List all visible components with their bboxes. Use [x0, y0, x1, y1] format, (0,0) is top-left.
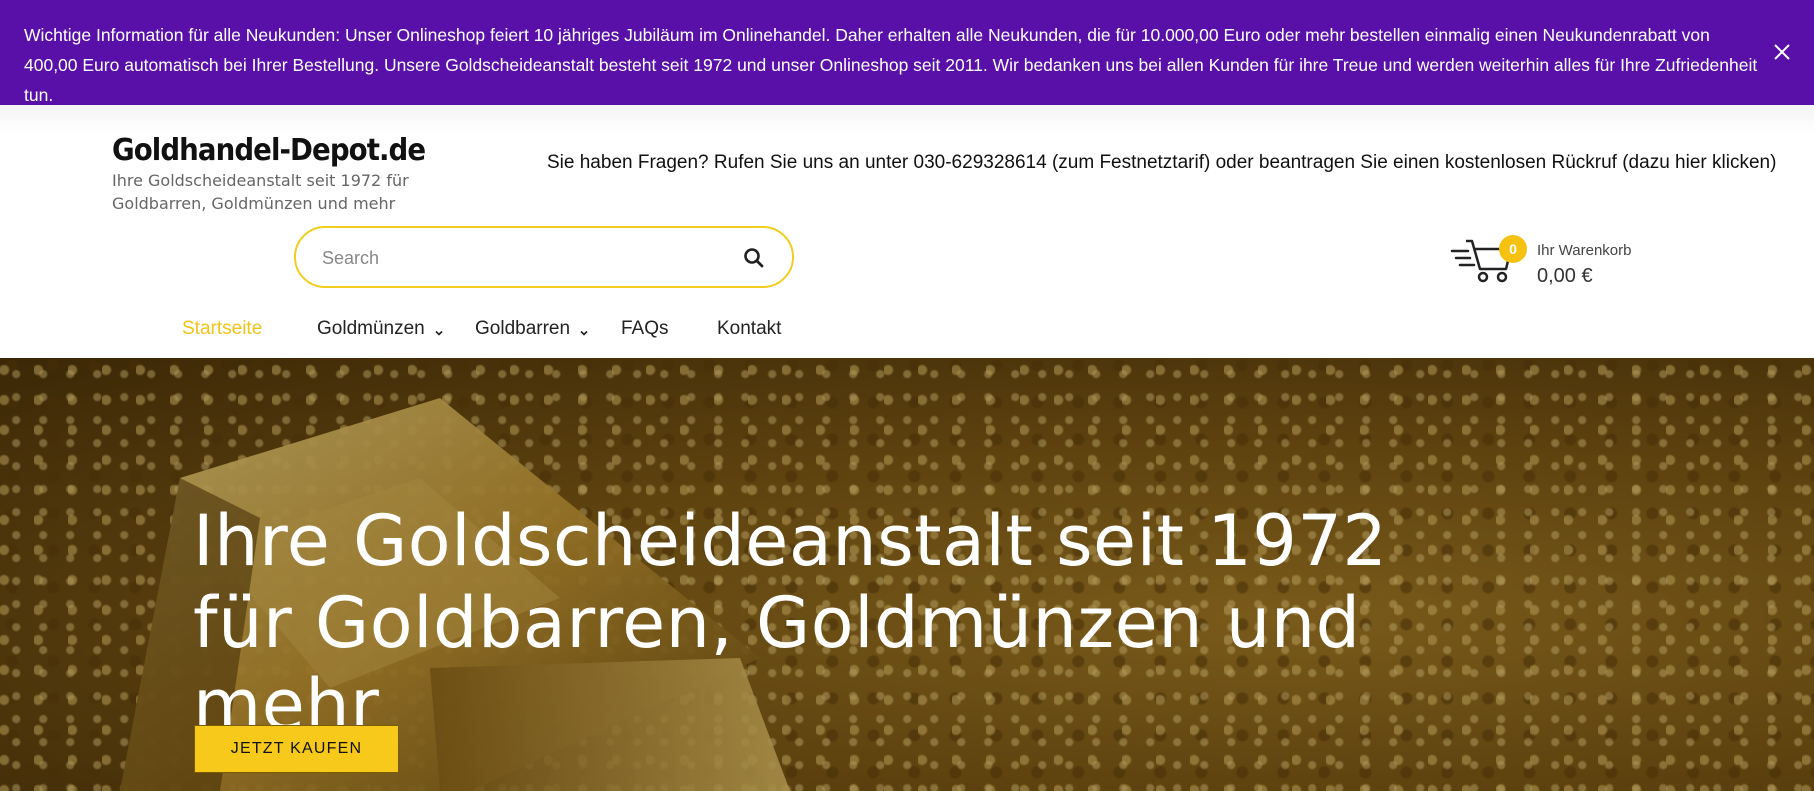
notice-bar: Wichtige Information für alle Neukunden:… [0, 0, 1814, 105]
nav-item-label: Kontakt [717, 318, 782, 339]
nav-item-label: Goldbarren [475, 318, 571, 339]
nav-item-kontakt[interactable]: Kontakt [717, 318, 781, 340]
contact-callback-link[interactable]: Sie haben Fragen? Rufen Sie uns an unter… [547, 152, 1776, 174]
nav-item-goldbarren[interactable]: Goldbarren [475, 318, 590, 340]
nav-item-label: FAQs [621, 318, 669, 339]
chevron-down-icon [433, 323, 445, 336]
cart-widget[interactable]: 0 Ihr Warenkorb 0,00 € [1450, 227, 1650, 287]
search-icon[interactable] [742, 246, 766, 270]
logo[interactable]: Goldhandel-Depot.de Ihre Goldscheideanst… [112, 133, 512, 215]
nav-item-faqs[interactable]: FAQs [621, 318, 669, 340]
chevron-down-icon [578, 323, 590, 336]
site-header: Goldhandel-Depot.de Ihre Goldscheideanst… [0, 105, 1814, 358]
buy-now-button[interactable]: JETZT KAUFEN [194, 725, 399, 773]
hero-title: Ihre Goldscheideanstalt seit 1972 für Go… [193, 500, 1388, 746]
main-nav: Startseite Goldmünzen Goldbarren FAQs Ko… [0, 318, 1814, 358]
search-box [294, 226, 794, 288]
notice-text: Wichtige Information für alle Neukunden:… [24, 25, 1758, 105]
close-icon[interactable] [1770, 40, 1794, 64]
cart-total: 0,00 € [1537, 265, 1593, 287]
nav-item-label: Startseite [182, 318, 263, 339]
logo-subtitle: Ihre Goldscheideanstalt seit 1972 für Go… [112, 171, 409, 213]
nav-item-label: Goldmünzen [317, 318, 425, 339]
nav-item-startseite[interactable]: Startseite [182, 318, 262, 340]
hero-banner: Ihre Goldscheideanstalt seit 1972 für Go… [0, 358, 1814, 791]
search-input[interactable] [320, 228, 724, 288]
cart-label: Ihr Warenkorb [1537, 242, 1632, 259]
logo-title: Goldhandel-Depot.de [112, 133, 426, 168]
cart-count-badge: 0 [1499, 235, 1527, 263]
nav-item-goldmuenzen[interactable]: Goldmünzen [317, 318, 445, 340]
